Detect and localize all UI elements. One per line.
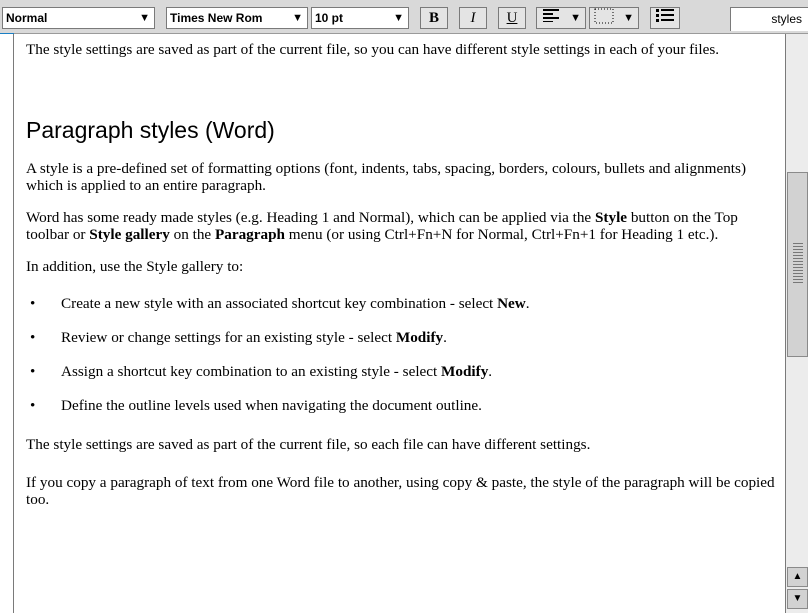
bullet-icon: •: [30, 397, 36, 414]
list-item: • Create a new style with an associated s…: [26, 295, 778, 312]
document-body: The style settings are saved as part of …: [26, 34, 778, 508]
align-left-icon: [543, 9, 559, 26]
text-run: menu (or using Ctrl+Fn+N for Normal, Ctr…: [285, 226, 719, 243]
lead-paragraph: The style settings are saved as part of …: [26, 41, 720, 58]
bold-run: Paragraph: [214, 226, 285, 243]
bullet-list-icon: [656, 9, 674, 26]
text-run: .: [488, 363, 493, 380]
styles-tab[interactable]: styles: [730, 7, 808, 31]
text-run: on the: [169, 226, 215, 243]
paragraph-definition: A style is a pre-defined set of formatti…: [26, 160, 746, 194]
text-run: Assign a shortcut key combination to an …: [61, 363, 442, 380]
text-run: Define the outline levels used when navi…: [61, 397, 482, 414]
bullet-list-button[interactable]: [650, 7, 680, 29]
bold-run: New: [497, 295, 526, 312]
bullet-icon: •: [30, 329, 36, 346]
list-item: • Define the outline levels used when nav…: [26, 397, 778, 414]
grip-icon: [793, 243, 803, 283]
formatting-toolbar: Normal ▼ Times New Rom ▼ 10 pt ▼ B I U ▼…: [0, 0, 808, 34]
text-run: .: [443, 329, 447, 346]
text-run: Word has some ready made styles (e.g. He…: [26, 209, 595, 226]
bullet-icon: •: [30, 363, 36, 380]
align-button[interactable]: ▼: [536, 7, 586, 29]
style-select[interactable]: Normal ▼: [2, 7, 155, 29]
bullet-icon: •: [30, 295, 36, 312]
underline-button[interactable]: U: [498, 7, 526, 29]
paragraph-saved-settings: The style settings are saved as part of …: [26, 436, 591, 453]
scroll-down-button[interactable]: ▼: [787, 589, 808, 609]
page-title: Paragraph styles (Word): [26, 117, 275, 143]
list-item: • Assign a shortcut key combination to an…: [26, 363, 778, 380]
italic-button[interactable]: I: [459, 7, 487, 29]
bold-run: Style: [594, 209, 628, 226]
connector-line: [0, 33, 14, 34]
bold-run: Style gallery: [89, 226, 170, 243]
chevron-down-icon: ▼: [393, 12, 404, 24]
left-margin-rule: [13, 34, 14, 613]
size-select[interactable]: 10 pt ▼: [311, 7, 409, 29]
font-select-value: Times New Rom: [170, 11, 263, 25]
paragraph-ready-made: Word has some ready made styles (e.g. He…: [26, 209, 778, 243]
text-run: .: [525, 295, 530, 312]
bold-run: Modify: [395, 329, 444, 346]
style-select-value: Normal: [6, 11, 48, 25]
chevron-down-icon: ▼: [623, 12, 634, 24]
text-run: Create a new style with an associated sh…: [61, 295, 498, 312]
list-item: • Review or change settings for an existi…: [26, 329, 778, 346]
scrollbar-thumb[interactable]: [787, 172, 808, 357]
paragraph-in-addition: In addition, use the Style gallery to:: [26, 258, 244, 275]
size-select-value: 10 pt: [315, 11, 344, 25]
font-select[interactable]: Times New Rom ▼: [166, 7, 308, 29]
chevron-down-icon: ▼: [292, 12, 303, 24]
text-run: Review or change settings for an existin…: [61, 329, 396, 346]
border-icon: [594, 8, 614, 28]
bold-button[interactable]: B: [420, 7, 448, 29]
scroll-up-button[interactable]: ▲: [787, 567, 808, 587]
bold-run: Modify: [441, 363, 489, 380]
bullet-list: • Create a new style with an associated s…: [26, 295, 778, 414]
chevron-down-icon: ▼: [139, 12, 150, 24]
border-button[interactable]: ▼: [589, 7, 639, 29]
paragraph-copy-paste: If you copy a paragraph of text from one…: [26, 474, 775, 508]
vertical-scrollbar[interactable]: ▲ ▼: [785, 34, 808, 613]
chevron-down-icon: ▼: [570, 12, 581, 24]
